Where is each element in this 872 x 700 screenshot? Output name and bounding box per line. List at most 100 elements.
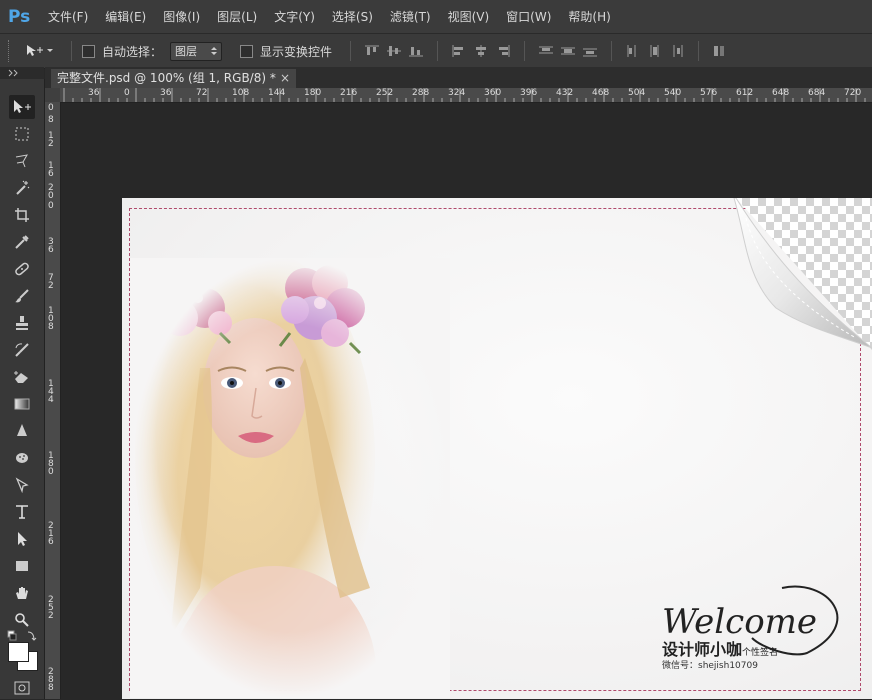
menu-edit[interactable]: 编辑(E) (105, 8, 146, 25)
magic-wand-tool[interactable] (9, 176, 35, 200)
ruler-label: 0 (48, 201, 54, 211)
type-icon (16, 505, 28, 519)
align-vertical-centers-button[interactable] (383, 41, 405, 61)
ruler-label: 684 (808, 88, 826, 98)
distribute-hcenter-button[interactable] (644, 41, 666, 61)
brush-tool[interactable] (9, 284, 35, 308)
align-left-edges-button[interactable] (448, 41, 470, 61)
menu-window[interactable]: 窗口(W) (506, 8, 551, 25)
auto-align-layers-button[interactable] (709, 41, 731, 61)
show-transform-checkbox[interactable] (240, 44, 254, 58)
ruler-label: 432 (556, 88, 574, 98)
magic-wand-icon (16, 180, 30, 195)
ruler-label: 504 (628, 88, 646, 98)
ruler-label: 108 (232, 88, 250, 98)
rectangle-tool[interactable] (9, 554, 35, 578)
blur-tool[interactable] (9, 419, 35, 443)
move-tool[interactable] (9, 95, 35, 119)
ruler-origin[interactable] (45, 88, 60, 102)
quick-mask-tool[interactable] (9, 676, 35, 700)
ruler-label: 1 2 (48, 131, 54, 149)
ruler-label: 720 (844, 88, 862, 98)
clone-stamp-tool[interactable] (9, 311, 35, 335)
ruler-label: 1 4 4 (48, 379, 54, 405)
dodge-tool[interactable] (9, 446, 35, 470)
menu-filter[interactable]: 滤镜(T) (390, 8, 431, 25)
path-selection-tool[interactable] (9, 527, 35, 551)
distribute-bottom-icon (583, 48, 598, 57)
auto-align-icon (714, 46, 725, 56)
crop-tool[interactable] (9, 203, 35, 227)
ruler-label: 0 (124, 88, 130, 98)
close-tab-icon[interactable]: × (280, 69, 290, 88)
updown-arrows-icon (211, 47, 218, 55)
pen-icon (15, 477, 29, 493)
history-brush-tool[interactable] (9, 338, 35, 362)
align-top-edges-button[interactable] (361, 41, 383, 61)
ruler-label: 1 0 8 (48, 306, 54, 332)
hand-tool[interactable] (9, 581, 35, 605)
collapse-icon (8, 69, 18, 77)
color-swatches[interactable] (8, 642, 38, 671)
pen-tool[interactable] (9, 473, 35, 497)
menu-select[interactable]: 选择(S) (332, 8, 373, 25)
distribute-vcenter-icon (561, 47, 576, 55)
menu-type[interactable]: 文字(Y) (274, 8, 315, 25)
crop-icon (15, 208, 29, 222)
auto-select-label: 自动选择： (102, 44, 163, 59)
align-horizontal-centers-button[interactable] (470, 41, 492, 61)
history-brush-icon (15, 343, 29, 357)
distribute-right-icon (673, 45, 683, 57)
ruler-label: 0 (48, 103, 54, 113)
stamp-icon (16, 316, 28, 330)
distribute-vcenter-button[interactable] (557, 41, 579, 61)
move-tool-icon (14, 100, 31, 113)
ruler-label: 468 (592, 88, 610, 98)
toolbox-header[interactable] (0, 67, 44, 79)
align-bottom-icon (409, 47, 424, 57)
horizontal-ruler[interactable]: 36 0 36 72 108 144 180 216 252 288 324 3… (60, 88, 872, 103)
eyedropper-tool[interactable] (9, 230, 35, 254)
document-tab-bar: 完整文件.psd @ 100% (组 1, RGB/8) * × (45, 67, 872, 88)
options-divider (611, 41, 613, 61)
eraser-tool[interactable] (9, 365, 35, 389)
options-grip[interactable] (8, 40, 13, 62)
menu-image[interactable]: 图像(I) (163, 8, 200, 25)
vertical-ruler[interactable]: 0 8 1 2 1 6 2 0 0 3 6 7 2 1 0 8 1 4 4 1 … (45, 102, 61, 699)
document-tab[interactable]: 完整文件.psd @ 100% (组 1, RGB/8) * × (51, 69, 296, 88)
menu-layer[interactable]: 图层(L) (217, 8, 257, 25)
ruler-label: 540 (664, 88, 682, 98)
lasso-tool[interactable] (9, 149, 35, 173)
auto-select-value: 图层 (175, 45, 198, 58)
ruler-label: 144 (268, 88, 286, 98)
distribute-left-button[interactable] (622, 41, 644, 61)
align-bottom-edges-button[interactable] (405, 41, 427, 61)
type-tool[interactable] (9, 500, 35, 524)
wechat-id: 微信号：shejish10709 (662, 661, 758, 671)
align-left-icon (452, 45, 464, 57)
align-right-edges-button[interactable] (492, 41, 514, 61)
healing-brush-tool[interactable] (9, 257, 35, 281)
align-right-icon (499, 45, 510, 57)
menu-view[interactable]: 视图(V) (448, 8, 490, 25)
ruler-label: 2 5 2 (48, 595, 54, 621)
ruler-label: 2 0 (48, 183, 54, 201)
swap-colors-row (6, 627, 38, 641)
auto-select-dropdown[interactable]: 图层 (170, 41, 223, 61)
portrait-image (130, 258, 450, 698)
align-hcenter-icon (476, 45, 487, 57)
foreground-color-swatch[interactable] (8, 642, 29, 662)
distribute-bottom-button[interactable] (579, 41, 601, 61)
drop-icon (17, 424, 27, 436)
gradient-tool[interactable] (9, 392, 35, 416)
menu-file[interactable]: 文件(F) (48, 8, 88, 25)
menu-help[interactable]: 帮助(H) (568, 8, 610, 25)
distribute-right-button[interactable] (666, 41, 688, 61)
marquee-tool[interactable] (9, 122, 35, 146)
distribute-top-button[interactable] (535, 41, 557, 61)
document-canvas[interactable]: Welcome 设计师小咖个性签名 微信号：shejish10709 (122, 198, 872, 699)
ruler-label: 72 (196, 88, 208, 98)
tool-preset-picker[interactable] (25, 41, 61, 61)
auto-select-checkbox[interactable] (82, 44, 95, 58)
default-colors-icon[interactable] (6, 630, 38, 642)
